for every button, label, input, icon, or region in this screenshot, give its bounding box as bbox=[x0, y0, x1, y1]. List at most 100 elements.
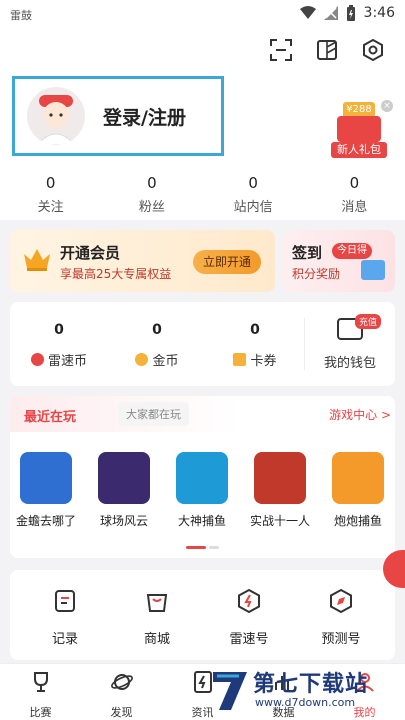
gift-label: 新人礼包 bbox=[331, 142, 387, 158]
record-icon bbox=[55, 590, 75, 612]
game-center-link[interactable]: 游戏中心 > bbox=[329, 406, 391, 423]
game-name: 金蟾去哪了 bbox=[15, 514, 76, 528]
games-tabs: 最近在玩 大家都在玩 游戏中心 > bbox=[10, 396, 395, 432]
game-item[interactable]: 炮炮捕鱼 bbox=[322, 452, 394, 529]
settings-icon[interactable] bbox=[361, 38, 385, 62]
site-watermark: 第七下载站 www.d7down.com bbox=[209, 664, 399, 716]
stat-label: 站内信 bbox=[233, 200, 273, 215]
game-item[interactable]: 实战十一人 bbox=[244, 452, 316, 529]
signal-icon bbox=[323, 6, 338, 20]
planet-icon bbox=[110, 674, 133, 690]
tool-prediction[interactable]: 预测号 bbox=[301, 588, 381, 647]
wallet-card: 0 雷速币 0 金币 0 卡券 我的钱包 充值 bbox=[10, 302, 395, 386]
login-register-button[interactable]: 登录/注册 bbox=[12, 76, 224, 156]
game-thumbnail bbox=[20, 452, 72, 504]
wallet-leisu-coin[interactable]: 0 雷速币 bbox=[10, 302, 108, 386]
game-name: 球场风云 bbox=[99, 514, 148, 528]
tool-shop[interactable]: 商城 bbox=[117, 588, 197, 647]
stat-fans[interactable]: 0 粉丝 bbox=[101, 170, 202, 220]
gold-coin-icon bbox=[135, 353, 149, 366]
new-user-gift[interactable]: ¥288 新人礼包 × bbox=[331, 100, 393, 162]
wallet-label: 卡券 bbox=[250, 354, 277, 369]
game-thumbnail bbox=[332, 452, 384, 504]
login-register-label: 登录/注册 bbox=[103, 106, 186, 129]
tab-matches[interactable]: 比赛 bbox=[0, 670, 81, 720]
tab-label: 比赛 bbox=[29, 706, 52, 719]
stat-value: 0 bbox=[45, 174, 56, 192]
wifi-icon bbox=[299, 6, 316, 19]
gift-box-icon bbox=[361, 260, 385, 280]
coupon-icon bbox=[233, 353, 247, 366]
tool-label: 商城 bbox=[143, 632, 170, 647]
avatar bbox=[27, 87, 85, 145]
crown-icon bbox=[24, 249, 50, 271]
tool-leisu-account[interactable]: 雷速号 bbox=[209, 588, 289, 647]
system-icons: 3:46 bbox=[299, 5, 395, 21]
vip-promo-card[interactable]: 开通会员 享最高25大专属权益 立即开通 bbox=[10, 230, 275, 292]
wallet-label: 雷速币 bbox=[47, 354, 87, 369]
stat-messages[interactable]: 0 消息 bbox=[304, 170, 405, 220]
signin-subtitle: 积分奖励 bbox=[292, 267, 341, 281]
header-actions bbox=[269, 38, 385, 62]
tool-label: 记录 bbox=[51, 632, 78, 647]
wallet-value: 0 bbox=[54, 322, 64, 338]
signin-promo-card[interactable]: 签到 今日得 积分奖励 bbox=[282, 230, 395, 292]
signin-badge: 今日得 bbox=[332, 243, 372, 259]
stat-inbox[interactable]: 0 站内信 bbox=[203, 170, 304, 220]
tab-discover[interactable]: 发现 bbox=[81, 670, 162, 720]
wallet-coupon[interactable]: 0 卡券 bbox=[206, 302, 304, 386]
game-thumbnail bbox=[254, 452, 306, 504]
stat-label: 粉丝 bbox=[138, 200, 165, 215]
tools-card: 记录 商城 雷速号 预测号 bbox=[10, 570, 395, 660]
tab-label: 发现 bbox=[110, 706, 133, 719]
profile-header: 登录/注册 ¥288 新人礼包 × bbox=[0, 30, 405, 170]
wallet-label: 金币 bbox=[152, 354, 179, 369]
vip-subtitle: 享最高25大专属权益 bbox=[60, 267, 172, 281]
stat-value: 0 bbox=[147, 174, 157, 192]
scan-icon[interactable] bbox=[269, 38, 293, 62]
recharge-badge[interactable]: 充值 bbox=[355, 314, 382, 329]
watermark-logo-icon bbox=[213, 672, 247, 710]
status-bar: 雷鼓 3:46 bbox=[0, 0, 405, 30]
carousel-indicator bbox=[186, 546, 219, 549]
my-wallet-label: 我的钱包 bbox=[323, 356, 376, 371]
leisu-hexagon-icon bbox=[238, 588, 260, 614]
game-thumbnail bbox=[98, 452, 150, 504]
tool-label: 预测号 bbox=[321, 632, 361, 647]
trophy-icon bbox=[33, 672, 48, 692]
game-item[interactable]: 大神捕鱼 bbox=[166, 452, 238, 529]
watermark-url: www.d7down.com bbox=[255, 696, 356, 709]
game-name: 大神捕鱼 bbox=[177, 514, 226, 528]
game-thumbnail bbox=[176, 452, 228, 504]
carrier-label: 雷鼓 bbox=[10, 9, 32, 22]
compass-icon bbox=[330, 588, 352, 614]
close-icon[interactable]: × bbox=[381, 100, 393, 112]
stat-label: 关注 bbox=[37, 200, 64, 215]
tab-popular[interactable]: 大家都在玩 bbox=[118, 402, 189, 426]
game-name: 实战十一人 bbox=[249, 514, 310, 528]
tool-label: 雷速号 bbox=[229, 632, 269, 647]
clock: 3:46 bbox=[363, 5, 395, 21]
game-item[interactable]: 球场风云 bbox=[88, 452, 160, 529]
tool-record[interactable]: 记录 bbox=[25, 588, 105, 647]
stat-value: 0 bbox=[349, 174, 360, 192]
wallet-value: 0 bbox=[152, 322, 162, 338]
stat-label: 消息 bbox=[341, 200, 368, 215]
my-wallet-button[interactable]: 我的钱包 bbox=[305, 302, 395, 386]
open-vip-button[interactable]: 立即开通 bbox=[193, 250, 261, 274]
game-item[interactable]: 金蟾去哪了 bbox=[10, 452, 82, 529]
theme-icon[interactable] bbox=[315, 38, 339, 62]
watermark-brand: 第七下载站 bbox=[253, 672, 369, 697]
wallet-value: 0 bbox=[250, 322, 260, 338]
vip-title: 开通会员 bbox=[60, 244, 121, 262]
gift-envelope-icon bbox=[337, 116, 381, 142]
games-card: 最近在玩 大家都在玩 游戏中心 > 金蟾去哪了 球场风云 大神捕鱼 实战十一人 … bbox=[10, 396, 395, 558]
game-name: 炮炮捕鱼 bbox=[333, 514, 382, 528]
battery-icon bbox=[346, 5, 355, 21]
tab-recent[interactable]: 最近在玩 bbox=[24, 406, 76, 425]
wallet-gold-coin[interactable]: 0 金币 bbox=[108, 302, 206, 386]
stat-following[interactable]: 0 关注 bbox=[0, 170, 101, 220]
signin-title: 签到 bbox=[292, 244, 323, 262]
stat-value: 0 bbox=[248, 174, 258, 192]
leisu-coin-icon bbox=[30, 353, 44, 366]
